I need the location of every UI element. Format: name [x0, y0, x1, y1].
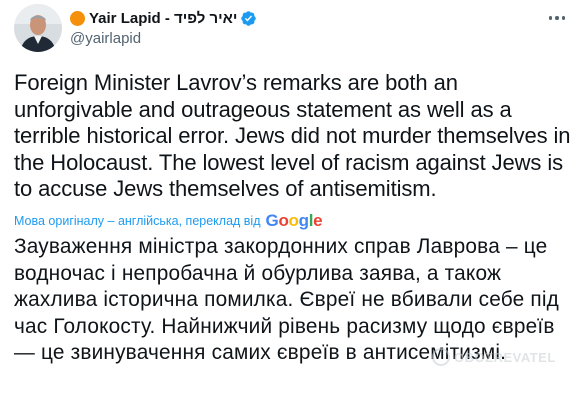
display-name[interactable]: Yair Lapid - יאיר לפיד	[89, 10, 237, 27]
watermark-text: OBOZREVATEL	[454, 349, 556, 365]
tweet-text: Foreign Minister Lavrov’s remarks are bo…	[14, 70, 571, 202]
avatar[interactable]	[14, 4, 62, 52]
translation-notice-label: Мова оригіналу – англійська, переклад ві…	[14, 214, 261, 228]
verified-badge-icon	[241, 10, 257, 26]
translation-notice[interactable]: Мова оригіналу – англійська, переклад ві…	[14, 211, 323, 231]
google-logo: Google	[265, 211, 323, 230]
name-row[interactable]: Yair Lapid - יאיר לפיד	[70, 7, 257, 29]
avatar-photo	[14, 4, 62, 52]
tweet-header: Yair Lapid - יאיר לפיד @yairlapid	[14, 0, 569, 60]
orange-circle-icon	[70, 10, 85, 26]
watermark-logo-icon	[432, 348, 450, 366]
watermark: OBOZREVATEL	[432, 348, 556, 366]
more-options-icon[interactable]	[545, 8, 569, 28]
user-handle[interactable]: @yairlapid	[70, 30, 141, 47]
